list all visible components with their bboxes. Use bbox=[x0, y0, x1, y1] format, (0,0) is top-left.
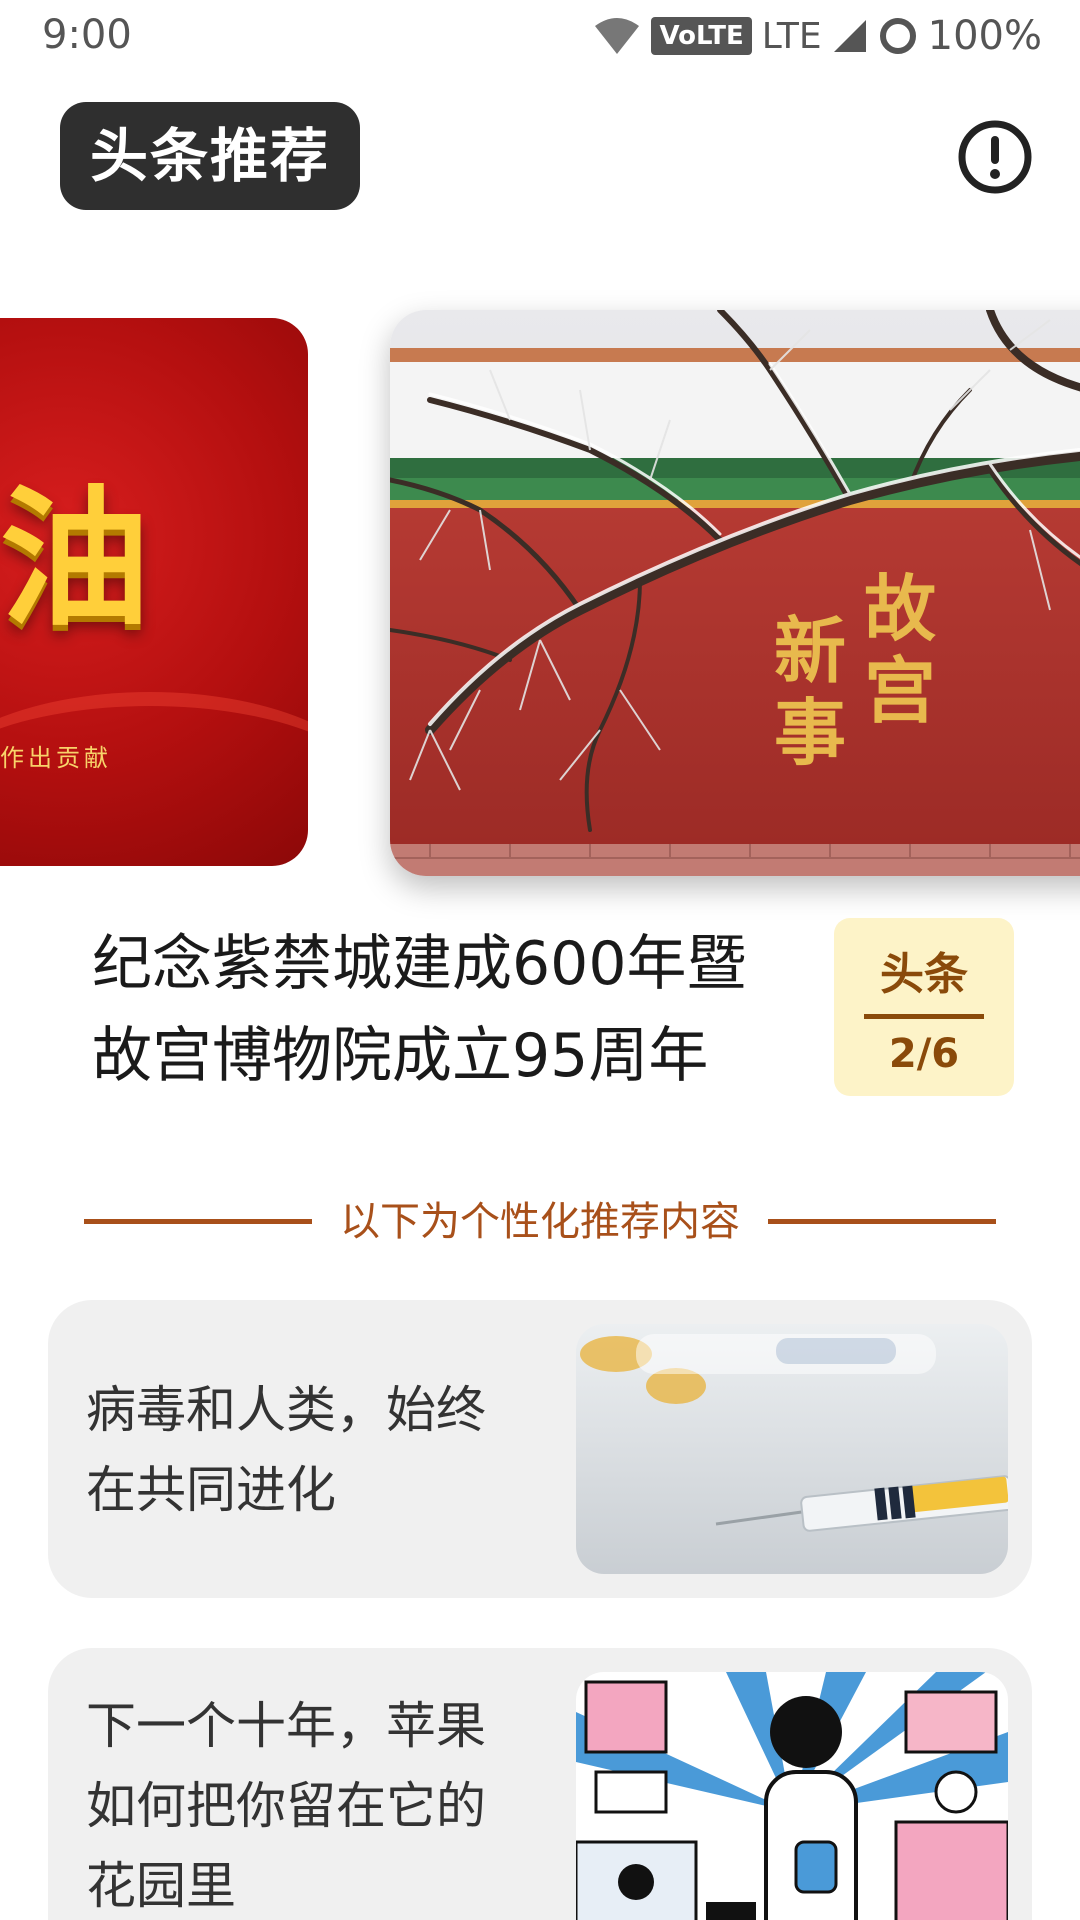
apple-illustration-image bbox=[576, 1672, 1008, 1920]
status-bar: 9:00 VoLTE LTE 100% bbox=[0, 0, 1080, 72]
badge-divider bbox=[864, 1014, 984, 1019]
news-title: 下一个十年，苹果如何把你留在它的花园里 bbox=[86, 1697, 486, 1915]
syringe-image bbox=[576, 1324, 1008, 1574]
network-type: LTE bbox=[761, 15, 822, 57]
badge-label: 头条 bbox=[880, 949, 968, 1000]
badge-count: 2/6 bbox=[888, 1031, 960, 1077]
calligraphy-right: 故宫 bbox=[863, 566, 936, 733]
volte-badge: VoLTE bbox=[651, 17, 752, 55]
flat-illustration bbox=[576, 1672, 1008, 1920]
card-big-text: 油 bbox=[0, 473, 151, 647]
news-card[interactable]: 下一个十年，苹果如何把你留在它的花园里 bbox=[48, 1648, 1032, 1920]
divider-line-right bbox=[768, 1219, 996, 1224]
calligraphy-left: 新事 bbox=[773, 608, 846, 775]
screen: 9:00 VoLTE LTE 100% 头条推荐 油 作出贡献 故宫 新事 纪念… bbox=[0, 0, 1080, 1920]
battery-percent: 100% bbox=[927, 13, 1042, 59]
syringe-illustration bbox=[576, 1324, 1008, 1574]
carousel-card-current[interactable]: 故宫 新事 bbox=[390, 310, 1080, 876]
decor-swoosh bbox=[0, 692, 308, 866]
wifi-icon bbox=[595, 18, 640, 54]
signal-icon bbox=[833, 20, 866, 52]
section-divider: 以下为个性化推荐内容 bbox=[84, 1194, 996, 1250]
battery-ring-icon bbox=[879, 18, 916, 54]
headline-title[interactable]: 纪念紫禁城建成600年暨故宫博物院成立95周年 bbox=[92, 918, 792, 1102]
status-icons: VoLTE LTE 100% bbox=[593, 12, 1042, 60]
carousel-card-previous[interactable]: 油 bbox=[0, 318, 308, 866]
card-small-text: 作出贡献 bbox=[0, 744, 112, 772]
news-card[interactable]: 病毒和人类，始终在共同进化 bbox=[48, 1300, 1032, 1598]
palace-wall-image bbox=[390, 310, 1080, 876]
page-title: 头条推荐 bbox=[60, 102, 361, 210]
news-title: 病毒和人类，始终在共同进化 bbox=[86, 1381, 486, 1519]
status-time: 9:00 bbox=[42, 12, 132, 58]
headline-badge: 头条 2/6 bbox=[834, 918, 1014, 1096]
exclamation-circle-icon[interactable] bbox=[958, 120, 1032, 194]
